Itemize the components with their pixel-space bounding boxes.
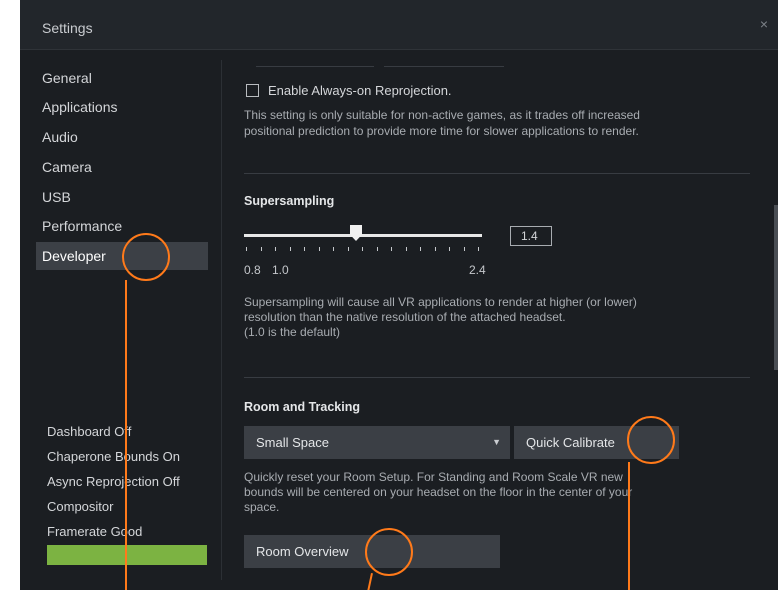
play-area-dropdown-value: Small Space xyxy=(256,435,329,450)
supersampling-slider-handle[interactable] xyxy=(350,225,362,241)
dropdown-arrow-icon: ▼ xyxy=(492,437,501,447)
always-on-reprojection-checkbox[interactable] xyxy=(246,84,259,97)
slider-tick xyxy=(304,247,305,251)
reprojection-description-line2: positional prediction to provide more ti… xyxy=(244,124,639,138)
supersampling-value[interactable]: 1.4 xyxy=(510,226,552,246)
title-bar: Settings × xyxy=(20,0,778,50)
sidebar-divider xyxy=(221,60,222,580)
slider-tick xyxy=(246,247,247,251)
slider-tick xyxy=(333,247,334,251)
status-chaperone: Chaperone Bounds On xyxy=(47,449,180,464)
supersampling-max-label: 2.4 xyxy=(469,263,486,277)
close-icon[interactable]: × xyxy=(760,16,768,32)
scrollbar-thumb[interactable] xyxy=(774,205,778,370)
room-tracking-heading: Room and Tracking xyxy=(244,400,360,414)
room-description-line1: Quickly reset your Room Setup. For Stand… xyxy=(244,470,623,484)
section-divider xyxy=(244,173,750,174)
reprojection-description-line1: This setting is only suitable for non-ac… xyxy=(244,108,640,122)
sidebar-item-applications[interactable]: Applications xyxy=(36,93,208,121)
supersampling-description-line3: (1.0 is the default) xyxy=(244,325,341,339)
always-on-reprojection-label: Enable Always-on Reprojection. xyxy=(268,83,452,98)
status-dashboard: Dashboard Off xyxy=(47,424,132,439)
slider-tick xyxy=(289,247,291,251)
annotation-circle-room-overview xyxy=(365,528,413,576)
slider-tick xyxy=(347,247,349,251)
framerate-status-bar xyxy=(47,545,207,565)
room-description-line3: space. xyxy=(244,500,280,514)
annotation-line-developer xyxy=(125,280,127,590)
annotation-circle-developer xyxy=(122,233,170,281)
sidebar-item-camera[interactable]: Camera xyxy=(36,153,208,181)
window-title: Settings xyxy=(42,20,93,36)
supersampling-description-line2: resolution than the native resolution of… xyxy=(244,310,566,324)
status-framerate: Framerate Good xyxy=(47,524,143,539)
slider-tick xyxy=(463,247,465,251)
slider-tick xyxy=(318,247,320,251)
slider-tick xyxy=(405,247,407,251)
status-async-reprojection: Async Reprojection Off xyxy=(47,474,180,489)
slider-tick xyxy=(260,247,262,251)
supersampling-default-label: 1.0 xyxy=(272,263,289,277)
slider-tick xyxy=(275,247,276,251)
slider-tick xyxy=(478,247,479,251)
annotation-line-quick-calibrate xyxy=(628,462,630,590)
room-section-divider xyxy=(244,377,750,378)
sidebar-item-performance[interactable]: Performance xyxy=(36,212,208,240)
supersampling-heading: Supersampling xyxy=(244,194,335,208)
sidebar-item-usb[interactable]: USB xyxy=(36,183,208,211)
developer-settings-panel: Enable Always-on Reprojection. This sett… xyxy=(244,51,764,590)
slider-tick xyxy=(362,247,363,251)
supersampling-description-line1: Supersampling will cause all VR applicat… xyxy=(244,295,637,309)
annotation-circle-quick-calibrate xyxy=(627,416,675,464)
slider-tick xyxy=(420,247,421,251)
slider-tick xyxy=(391,247,392,251)
supersampling-slider-track[interactable] xyxy=(244,234,482,237)
settings-window: Settings × General Applications Audio Ca… xyxy=(20,0,778,590)
status-compositor: Compositor xyxy=(47,499,114,514)
sidebar-item-general[interactable]: General xyxy=(36,64,208,92)
play-area-dropdown[interactable]: Small Space ▼ xyxy=(244,426,510,459)
slider-tick xyxy=(449,247,450,251)
sidebar: General Applications Audio Camera USB Pe… xyxy=(20,51,220,590)
supersampling-min-label: 0.8 xyxy=(244,263,261,277)
room-description-line2: bounds will be centered on your headset … xyxy=(244,485,633,499)
top-divider-left xyxy=(256,66,374,67)
sidebar-item-audio[interactable]: Audio xyxy=(36,123,208,151)
slider-tick xyxy=(376,247,378,251)
slider-tick xyxy=(434,247,436,251)
top-divider-right xyxy=(384,66,504,67)
